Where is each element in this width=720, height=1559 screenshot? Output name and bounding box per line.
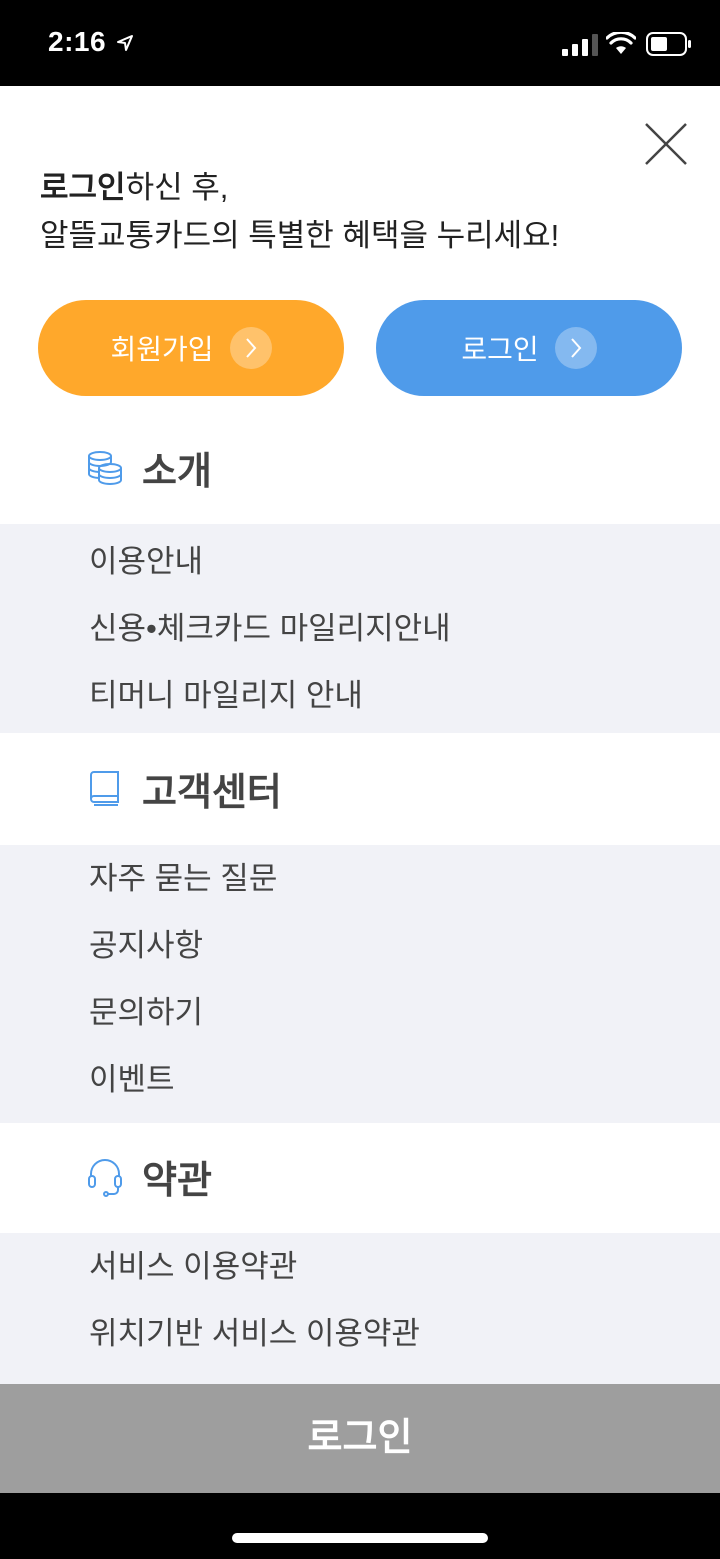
home-indicator[interactable] [232, 1533, 488, 1543]
home-bar [0, 1493, 720, 1559]
chevron-right-icon [554, 327, 597, 369]
cellular-signal-icon [562, 34, 598, 56]
list-item-faq[interactable]: 자주 묻는 질문 [0, 845, 720, 912]
section-list-terms: 서비스 이용약관 위치기반 서비스 이용약관 [0, 1233, 720, 1384]
list-item-inquiry[interactable]: 문의하기 [0, 979, 720, 1046]
footer-login-button[interactable]: 로그인 [0, 1384, 720, 1493]
menu-screen: 로그인하신 후, 알뜰교통카드의 특별한 혜택을 누리세요! 회원가입 로그인 [0, 86, 720, 1493]
promo-bold: 로그인 [40, 170, 126, 205]
promo-line1-rest: 하신 후, [125, 170, 229, 205]
headset-icon [88, 1159, 122, 1197]
login-promo-text: 로그인하신 후, 알뜰교통카드의 특별한 혜택을 누리세요! [40, 164, 680, 260]
list-item-tmoney-mileage[interactable]: 티머니 마일리지 안내 [0, 662, 720, 729]
status-bar: 2:16 [0, 0, 720, 86]
section-list-support: 자주 묻는 질문 공지사항 문의하기 이벤트 [0, 845, 720, 1123]
section-header-intro: 소개 [0, 414, 720, 524]
list-item-event[interactable]: 이벤트 [0, 1046, 720, 1113]
section-header-support: 고객센터 [0, 735, 720, 845]
signup-label: 회원가입 [110, 334, 214, 365]
chevron-right-icon [229, 327, 272, 369]
book-icon [90, 771, 119, 806]
wifi-icon [606, 32, 636, 54]
section-header-terms: 약관 [0, 1123, 720, 1233]
section-title-terms: 약관 [142, 1160, 212, 1202]
list-item-location-terms[interactable]: 위치기반 서비스 이용약관 [0, 1300, 720, 1367]
section-title-support: 고객센터 [142, 772, 282, 814]
list-item-usage-guide[interactable]: 이용안내 [0, 528, 720, 595]
close-icon[interactable] [642, 120, 690, 168]
list-item-card-mileage[interactable]: 신용•체크카드 마일리지안내 [0, 595, 720, 662]
login-label: 로그인 [461, 334, 539, 365]
list-item-notice[interactable]: 공지사항 [0, 912, 720, 979]
promo-line2: 알뜰교통카드의 특별한 혜택을 누리세요! [40, 218, 560, 253]
signup-button[interactable]: 회원가입 [38, 300, 344, 396]
status-time: 2:16 [48, 26, 107, 57]
coins-icon [88, 451, 122, 485]
login-button[interactable]: 로그인 [376, 300, 682, 396]
location-arrow-icon [117, 35, 133, 51]
section-title-intro: 소개 [142, 451, 212, 493]
battery-icon [646, 32, 691, 56]
list-item-service-terms[interactable]: 서비스 이용약관 [0, 1233, 720, 1300]
section-list-intro: 이용안내 신용•체크카드 마일리지안내 티머니 마일리지 안내 [0, 524, 720, 733]
